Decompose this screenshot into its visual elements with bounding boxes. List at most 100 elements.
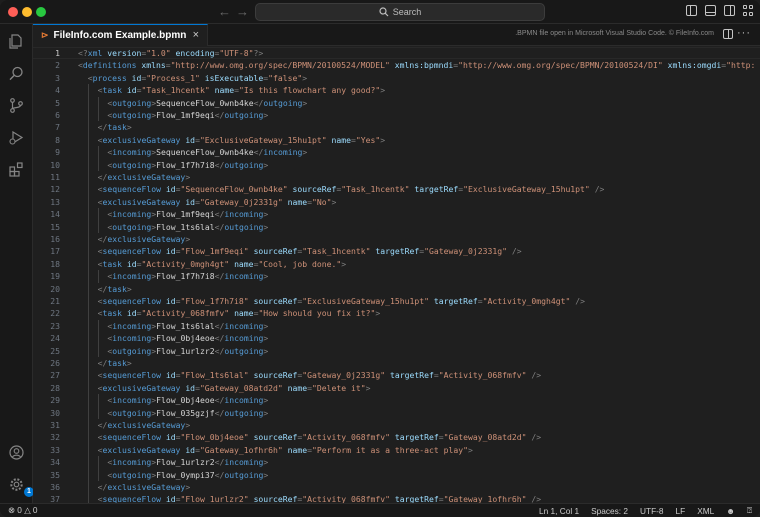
accounts-icon[interactable] [7,443,26,462]
code-line[interactable]: 4 <task id="Task_1hcentk" name="Is this f… [33,84,760,97]
token-str: "Is this flowchart any good?" [238,85,381,96]
status-bar: ⊗ 0 △ 0 Ln 1, Col 1 Spaces: 2 UTF-8 LF X… [0,503,760,517]
code-line[interactable]: 15 <outgoing>Flow_1ts6lal</outgoing> [33,220,760,233]
code-line[interactable]: 5 <outgoing>SequenceFlow_0wnb4ke</outgoin… [33,96,760,109]
code-line[interactable]: 36 </exclusiveGateway> [33,481,760,494]
run-and-debug-icon[interactable] [7,128,26,147]
code-line[interactable]: 26 </task> [33,357,760,370]
token-pun: </ [97,122,108,133]
code-line[interactable]: 27 <sequenceFlow id="Flow_1ts6lal" source… [33,369,760,382]
token-pun: </ [97,420,108,430]
token-txt: Flow_1f7h7i8 [156,159,215,170]
indent-guide [97,109,99,122]
command-center-search[interactable]: Search [255,3,545,21]
code-line[interactable]: 25 <outgoing>Flow_1urlzr2</outgoing> [33,344,760,357]
token-tag: outgoing [224,345,264,356]
toggle-secondary-sidebar-icon[interactable] [724,5,735,16]
close-tab-icon[interactable]: × [193,29,199,41]
code-line[interactable]: 10 <outgoing>Flow_1f7h7i8</outgoing> [33,158,760,171]
code-line[interactable]: 12 <sequenceFlow id="SequenceFlow_0wnb4ke… [33,183,760,196]
indentation[interactable]: Spaces: 2 [591,506,628,516]
line-number: 36 [50,482,60,492]
code-line[interactable]: 28 <exclusiveGateway id="Gateway_08atd2d"… [33,381,760,395]
token-attr: name [287,196,308,207]
code-line[interactable]: 14 <incoming>Flow_1mf9eqi</incoming> [33,208,760,221]
forward-arrow-icon[interactable]: → [236,4,249,20]
indent-guide [97,332,99,345]
maximize-window-button[interactable] [36,7,46,17]
code-line[interactable]: 23 <incoming>Flow_1ts6lal</incoming> [33,319,760,333]
code-line[interactable]: 2 <definitions xmlns="http://www.omg.org/… [33,59,760,71]
code-line[interactable]: 17 <sequenceFlow id="Flow_1mf9eqi" source… [33,245,760,258]
code-line[interactable]: 6 <outgoing>Flow_1mf9eqi</outgoing> [33,109,760,122]
code-line[interactable]: 1 <?xml version="1.0" encoding="UTF-8"?> [33,47,760,60]
token-attr: id [165,432,176,443]
customize-layout-icon[interactable] [743,5,754,16]
token-pun: > [467,444,473,455]
code-line[interactable]: 18 <task id="Activity_0mgh4gt" name="Cool… [33,257,760,271]
explorer-icon[interactable] [7,32,26,51]
token-tag: outgoing [224,469,264,480]
code-line[interactable]: 9 <incoming>SequenceFlow_0wnb4ke</incomin… [33,146,760,159]
code-text: <task id="Activity_0mgh4gt" name="Cool, … [98,258,347,270]
token-txt: Flow_0bj4eoe [156,333,215,344]
source-control-icon[interactable] [7,96,26,115]
toggle-primary-sidebar-icon[interactable] [686,5,697,16]
token-attr: name [331,134,352,145]
tab-fileinfo-example-bpmn[interactable]: ⊳ FileInfo.com Example.bpmn × [33,24,208,46]
code-line[interactable]: 34 <incoming>Flow_1urlzr2</incoming> [33,456,760,469]
extensions-icon[interactable] [7,160,26,179]
token-tag: sequenceFlow [102,432,161,443]
code-line[interactable]: 29 <incoming>Flow_0bj4eoe</incoming> [33,394,760,407]
manage-gear-icon[interactable]: 1 [7,475,34,497]
code-text: <outgoing>Flow_035gzjf</outgoing> [107,407,268,419]
code-line[interactable]: 37 <sequenceFlow id="Flow_1urlzr2" source… [33,493,760,503]
token-str: "Activity_068fmfv" [302,494,391,503]
more-actions-icon[interactable]: ··· [737,27,751,39]
token-tag: task [107,358,127,368]
code-line[interactable]: 11 </exclusiveGateway> [33,171,760,184]
problems-status[interactable]: ⊗ 0 △ 0 [8,505,38,515]
indent-guide [87,133,89,147]
token-str: "Activity_0mgh4gt" [141,258,230,269]
indent-guide [97,96,99,109]
language-mode[interactable]: XML [697,506,714,516]
back-arrow-icon[interactable]: ← [218,4,231,20]
code-editor[interactable]: 1 <?xml version="1.0" encoding="UTF-8"?> 2… [33,46,760,503]
code-line[interactable]: 8 <exclusiveGateway id="ExclusiveGateway_… [33,133,760,147]
token-tag: incoming [263,147,303,158]
search-icon[interactable] [7,64,26,83]
split-editor-icon[interactable] [723,29,733,39]
code-line[interactable]: 31 </exclusiveGateway> [33,419,760,432]
line-number: 25 [50,345,60,356]
line-number: 9 [55,147,60,158]
token-tag: incoming [224,320,264,331]
code-line[interactable]: 20 </task> [33,282,760,295]
code-line[interactable]: 35 <outgoing>Flow_0ympi37</outgoing> [33,468,760,481]
code-line[interactable]: 33 <exclusiveGateway id="Gateway_1ofhr6h"… [33,443,760,457]
encoding[interactable]: UTF-8 [640,506,664,516]
code-line[interactable]: 22 <task id="Activity_068fmfv" name="How … [33,307,760,320]
close-window-button[interactable] [8,7,18,17]
code-line[interactable]: 32 <sequenceFlow id="Flow_0bj4eoe" source… [33,431,760,444]
token-str: "Flow_1urlzr2" [180,494,249,503]
end-of-line[interactable]: LF [676,506,686,516]
indent-guide [87,319,89,333]
cursor-position[interactable]: Ln 1, Col 1 [539,506,579,516]
indent-guide [87,84,89,97]
minimize-window-button[interactable] [22,7,32,17]
code-line[interactable]: 13 <exclusiveGateway id="Gateway_0j2331g"… [33,195,760,209]
toggle-panel-icon[interactable] [705,5,716,16]
notifications-bell-icon[interactable]: ⍰ [747,505,752,516]
code-line[interactable]: 16 </exclusiveGateway> [33,233,760,246]
token-tag: incoming [112,457,152,468]
code-line[interactable]: 21 <sequenceFlow id="Flow_1f7h7i8" source… [33,295,760,308]
token-str: "Gateway_0j2331g" [199,196,283,207]
code-line[interactable]: 7 </task> [33,121,760,134]
code-line[interactable]: 3 <process id="Process_1" isExecutable="f… [33,72,760,84]
token-str: "Activity_0mgh4gt" [482,296,571,306]
code-line[interactable]: 24 <incoming>Flow_0bj4eoe</incoming> [33,332,760,345]
code-line[interactable]: 30 <outgoing>Flow_035gzjf</outgoing> [33,406,760,419]
code-line[interactable]: 19 <incoming>Flow_1f7h7i8</incoming> [33,270,760,283]
feedback-icon[interactable]: ☻ [726,506,735,516]
